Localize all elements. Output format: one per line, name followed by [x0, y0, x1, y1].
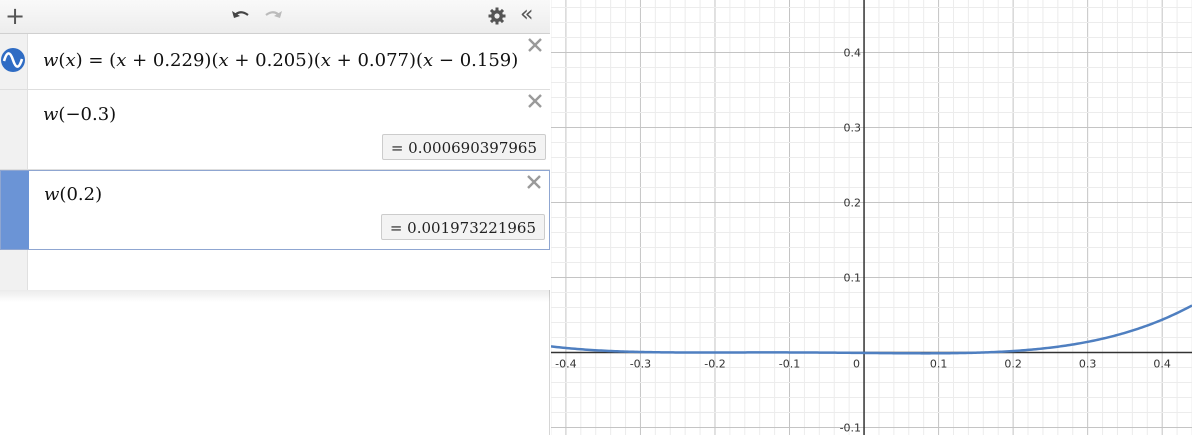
x-tick-label: 0.4 [1153, 358, 1171, 371]
evaluation-result-3: = 0.001973221965 [380, 214, 545, 240]
panel-bottom-shadow [0, 290, 550, 302]
expression-tab-3[interactable] [1, 171, 29, 249]
y-tick-label: -0.1 [840, 422, 861, 435]
function-graph-icon[interactable] [0, 47, 26, 73]
y-tick-label: 0.3 [844, 122, 862, 135]
add-expression-button[interactable]: + [5, 3, 25, 29]
expression-row-empty[interactable] [0, 250, 550, 290]
x-tick-label: 0 [853, 358, 860, 371]
y-tick-label: 0.1 [844, 272, 862, 285]
x-tick-label: 0.1 [930, 358, 948, 371]
delete-expression-1-icon[interactable] [526, 36, 544, 54]
expression-math-3[interactable]: w(0.2) [44, 184, 102, 205]
x-tick-label: 0.3 [1079, 358, 1097, 371]
x-tick-label: -0.2 [704, 358, 725, 371]
evaluation-result-2: = 0.000690397965 [381, 134, 546, 160]
delete-expression-3-icon[interactable] [525, 173, 543, 191]
x-tick-label: 0.2 [1004, 358, 1022, 371]
expression-tab-4[interactable] [0, 250, 28, 290]
expression-toolbar: + « [0, 0, 550, 34]
y-tick-label: 0.2 [844, 197, 862, 210]
expression-panel: + « w(x) = (x + 0.229)(x + 0.205)(x + 0.… [0, 0, 550, 435]
graph-paper[interactable]: -0.4 -0.3 -0.2 -0.1 0 0.1 0.2 0.3 0.4 0.4 0.3 0.2 0.… [551, 0, 1192, 435]
graph-canvas[interactable]: -0.4 -0.3 -0.2 -0.1 0 0.1 0.2 0.3 0.4 0.4 0.3 0.2 0.… [551, 0, 1192, 435]
x-tick-label: -0.1 [779, 358, 800, 371]
x-tick-label: -0.3 [630, 358, 651, 371]
redo-icon[interactable] [261, 5, 285, 27]
delete-expression-2-icon[interactable] [526, 92, 544, 110]
expression-math-1[interactable]: w(x) = (x + 0.229)(x + 0.205)(x + 0.077)… [43, 50, 518, 71]
gear-icon[interactable] [488, 7, 506, 25]
expression-math-2[interactable]: w(−0.3) [43, 104, 116, 125]
expression-row-1[interactable]: w(x) = (x + 0.229)(x + 0.205)(x + 0.077)… [0, 34, 550, 90]
expression-row-3[interactable]: w(0.2) = 0.001973221965 [0, 170, 550, 250]
expression-row-2[interactable]: w(−0.3) = 0.000690397965 [0, 90, 550, 170]
y-tick-label: 0.4 [844, 47, 862, 60]
x-tick-label: -0.4 [555, 358, 576, 371]
collapse-panel-button[interactable]: « [520, 1, 533, 29]
function-curve [551, 304, 1192, 355]
expression-tab-2[interactable] [0, 90, 28, 169]
undo-icon[interactable] [229, 5, 253, 27]
expression-tab-1[interactable] [0, 34, 28, 89]
